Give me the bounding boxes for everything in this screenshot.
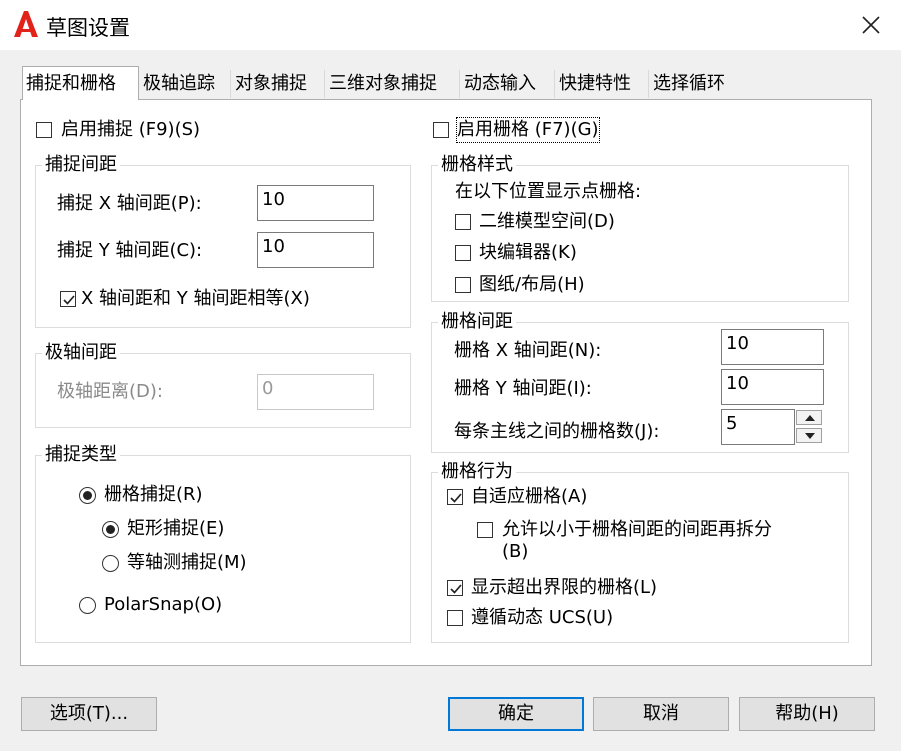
snap-y-input[interactable]: 10 (257, 232, 374, 268)
sheet-layout-label: 图纸/布局(H) (479, 274, 585, 295)
ok-button[interactable]: 确定 (448, 697, 584, 731)
polarsnap-radio[interactable] (79, 597, 96, 614)
snap-type-group (35, 455, 411, 643)
spin-down-button[interactable] (796, 428, 822, 443)
adaptive-grid-checkbox[interactable] (447, 489, 463, 505)
subdivide-label-line1: 允许以小于栅格间距的间距再拆分 (502, 519, 772, 540)
grid-on-checkbox[interactable] (433, 122, 449, 138)
adaptive-grid-label: 自适应栅格(A) (471, 486, 588, 507)
snap-spacing-legend: 捕捉间距 (42, 154, 120, 176)
tab-polar-tracking[interactable]: 极轴追踪 (140, 70, 231, 98)
tab-3d-object-snap[interactable]: 三维对象捕捉 (326, 70, 460, 98)
spin-up-button[interactable] (796, 410, 822, 425)
equal-xy-checkbox[interactable] (60, 291, 76, 307)
cancel-button[interactable]: 取消 (593, 697, 729, 731)
follow-ucs-label: 遵循动态 UCS(U) (471, 607, 614, 628)
tab-selection-cycling[interactable]: 选择循环 (650, 70, 742, 98)
subdivide-checkbox[interactable] (477, 522, 493, 538)
dialog-title: 草图设置 (46, 16, 130, 40)
checkmark-icon (450, 584, 462, 594)
block-editor-label: 块编辑器(K) (479, 242, 577, 263)
grid-snap-radio[interactable] (79, 487, 96, 504)
snap-type-legend: 捕捉类型 (42, 444, 120, 466)
tab-dynamic-input[interactable]: 动态输入 (461, 70, 555, 98)
autocad-logo-icon (13, 10, 39, 38)
snap-y-label: 捕捉 Y 轴间距(C): (57, 240, 203, 261)
checkmark-icon (63, 295, 75, 305)
beyond-limits-label: 显示超出界限的栅格(L) (471, 577, 658, 598)
major-line-input[interactable]: 5 (721, 409, 795, 445)
block-editor-checkbox[interactable] (455, 245, 471, 261)
rectangular-snap-radio[interactable] (102, 521, 119, 538)
tab-snap-and-grid[interactable]: 捕捉和栅格 (22, 66, 139, 100)
title-bar (0, 0, 901, 50)
snap-x-label: 捕捉 X 轴间距(P): (57, 193, 202, 214)
equal-xy-label: X 轴间距和 Y 轴间距相等(X) (81, 288, 310, 309)
grid-y-label: 栅格 Y 轴间距(I): (454, 378, 592, 399)
tab-object-snap[interactable]: 对象捕捉 (232, 70, 325, 98)
arrow-down-icon (805, 433, 815, 439)
subdivide-label-line2: (B) (502, 541, 529, 562)
model-2d-checkbox[interactable] (455, 214, 471, 230)
polar-distance-label: 极轴距离(D): (57, 381, 163, 402)
snap-x-input[interactable]: 10 (257, 185, 374, 221)
model-2d-label: 二维模型空间(D) (479, 211, 615, 232)
grid-behavior-legend: 栅格行为 (438, 461, 516, 483)
snap-on-checkbox[interactable] (36, 122, 52, 138)
isometric-snap-label: 等轴测捕捉(M) (127, 552, 247, 573)
sheet-layout-checkbox[interactable] (455, 277, 471, 293)
snap-on-label: 启用捕捉 (F9)(S) (61, 119, 201, 140)
grid-on-label: 启用栅格 (F7)(G) (456, 117, 600, 143)
arrow-up-icon (805, 415, 815, 421)
isometric-snap-radio[interactable] (102, 555, 119, 572)
polar-spacing-legend: 极轴间距 (42, 342, 120, 364)
close-icon[interactable] (858, 12, 884, 38)
grid-style-legend: 栅格样式 (438, 154, 516, 176)
rectangular-snap-label: 矩形捕捉(E) (127, 518, 225, 539)
help-button[interactable]: 帮助(H) (739, 697, 875, 731)
checkmark-icon (450, 493, 462, 503)
grid-x-input[interactable]: 10 (721, 329, 824, 365)
follow-ucs-checkbox[interactable] (447, 610, 463, 626)
polarsnap-label: PolarSnap(O) (104, 594, 223, 615)
grid-style-caption: 在以下位置显示点栅格: (455, 181, 642, 202)
options-button[interactable]: 选项(T)... (21, 697, 157, 731)
major-line-label: 每条主线之间的栅格数(J): (454, 421, 660, 442)
beyond-limits-checkbox[interactable] (447, 580, 463, 596)
grid-y-input[interactable]: 10 (721, 369, 824, 405)
polar-distance-input: 0 (257, 374, 374, 410)
grid-snap-label: 栅格捕捉(R) (104, 484, 203, 505)
grid-spacing-legend: 栅格间距 (438, 311, 516, 333)
grid-x-label: 栅格 X 轴间距(N): (454, 340, 602, 361)
tab-quick-properties[interactable]: 快捷特性 (556, 70, 649, 98)
